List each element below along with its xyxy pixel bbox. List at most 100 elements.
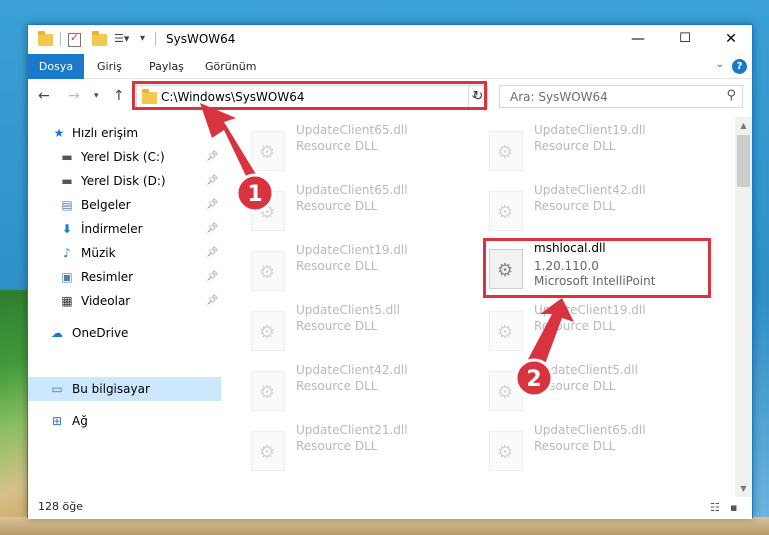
pin-icon[interactable]: 📌︎ <box>206 223 219 234</box>
pin-icon[interactable]: 📌︎ <box>206 151 219 162</box>
dll-file-icon <box>489 191 523 231</box>
customize-toolbar-icon[interactable]: ☰▾ <box>114 32 134 50</box>
search-icon[interactable]: ⚲ <box>726 88 736 103</box>
pictures-icon: ▣ <box>61 270 73 284</box>
maximize-button[interactable]: ☐ <box>662 25 708 54</box>
file-description: Resource DLL <box>296 259 378 273</box>
file-item[interactable]: UpdateClient19.dll Resource DLL <box>241 243 471 301</box>
sidebar-item-label: Hızlı erişim <box>72 126 139 140</box>
dll-file-icon <box>489 311 523 351</box>
sidebar-item-music[interactable]: ♪ Müzik 📌︎ <box>28 241 221 265</box>
file-item[interactable]: UpdateClient5.dll Resource DLL <box>241 303 471 361</box>
drive-icon: ▬ <box>61 150 73 164</box>
search-input[interactable]: Ara: SysWOW64 ⚲ <box>499 85 743 108</box>
sidebar-item-drive-c[interactable]: ▬ Yerel Disk (C:) 📌︎ <box>28 145 221 169</box>
star-icon: ★ <box>53 126 65 140</box>
details-view-icon[interactable]: ☷ <box>710 501 724 514</box>
sidebar-item-label: İndirmeler <box>81 222 143 236</box>
new-folder-icon[interactable] <box>92 30 108 48</box>
expand-ribbon-icon[interactable]: ⌄ <box>716 59 724 70</box>
dll-file-icon <box>251 191 285 231</box>
file-item[interactable]: UpdateClient19.dll Resource DLL <box>479 303 709 361</box>
dll-file-icon <box>489 131 523 171</box>
close-button[interactable]: ✕ <box>708 25 754 54</box>
sidebar-item-downloads[interactable]: ⬇ İndirmeler 📌︎ <box>28 217 221 241</box>
file-name: UpdateClient19.dll <box>296 243 408 257</box>
file-item[interactable]: UpdateClient65.dll Resource DLL <box>241 183 471 241</box>
file-item[interactable]: UpdateClient42.dll Resource DLL <box>479 183 709 241</box>
up-button[interactable]: ↑ <box>113 88 125 104</box>
network-icon: ⊞ <box>51 414 63 428</box>
sidebar-item-network[interactable]: ⊞ Ağ <box>28 409 221 433</box>
quick-access-dropdown-icon[interactable]: ▾ <box>140 33 150 51</box>
sidebar-item-label: OneDrive <box>72 326 129 340</box>
minimize-button[interactable]: — <box>615 25 661 54</box>
scrollbar-thumb[interactable] <box>737 135 750 187</box>
folder-icon <box>38 30 54 48</box>
sidebar-item-documents[interactable]: ▤ Belgeler 📌︎ <box>28 193 221 217</box>
file-name: UpdateClient5.dll <box>296 303 400 317</box>
file-name: UpdateClient19.dll <box>534 303 646 317</box>
sidebar-item-this-pc[interactable]: ▭ Bu bilgisayar <box>28 377 221 401</box>
sidebar-item-onedrive[interactable]: ☁ OneDrive <box>28 321 221 345</box>
cloud-icon: ☁ <box>51 326 63 340</box>
pin-icon[interactable]: 📌︎ <box>206 247 219 258</box>
file-name: UpdateClient42.dll <box>534 183 646 197</box>
sidebar-item-quick-access[interactable]: ★ Hızlı erişim <box>28 121 221 145</box>
file-name: UpdateClient42.dll <box>296 363 408 377</box>
file-item[interactable]: UpdateClient5.dll Resource DLL <box>479 363 709 421</box>
sidebar-item-label: Belgeler <box>81 198 131 212</box>
pin-icon[interactable]: 📌︎ <box>206 175 219 186</box>
videos-icon: ▦ <box>61 294 73 308</box>
file-item[interactable]: UpdateClient21.dll Resource DLL <box>241 423 471 481</box>
vertical-scrollbar[interactable]: ▲ ▼ <box>735 117 752 497</box>
window-title: SysWOW64 <box>166 32 236 46</box>
computer-icon: ▭ <box>51 382 63 396</box>
sidebar-item-videos[interactable]: ▦ Videolar 📌︎ <box>28 289 221 313</box>
file-description: Resource DLL <box>296 319 378 333</box>
file-item[interactable]: UpdateClient65.dll Resource DLL <box>241 123 471 181</box>
tab-view[interactable]: Görünüm <box>205 54 256 79</box>
file-description: Resource DLL <box>534 139 616 153</box>
file-description: Resource DLL <box>534 379 616 393</box>
tab-file[interactable]: Dosya <box>28 54 84 79</box>
ribbon-tabs: Dosya Giriş Paylaş Görünüm ⌄ ? <box>28 54 752 79</box>
file-description: Resource DLL <box>534 439 616 453</box>
large-icons-view-icon[interactable]: ▪ <box>730 501 744 514</box>
pin-icon[interactable]: 📌︎ <box>206 199 219 210</box>
drive-icon: ▬ <box>61 174 73 188</box>
file-description: Resource DLL <box>296 439 378 453</box>
dll-file-icon <box>251 251 285 291</box>
file-item[interactable]: UpdateClient19.dll Resource DLL <box>479 123 709 181</box>
file-name: UpdateClient21.dll <box>296 423 408 437</box>
navigation-pane: ★ Hızlı erişim ▬ Yerel Disk (C:) 📌︎ ▬ Ye… <box>28 117 221 497</box>
file-description: Resource DLL <box>534 319 616 333</box>
scroll-up-icon[interactable]: ▲ <box>735 117 752 134</box>
file-name: UpdateClient5.dll <box>534 363 638 377</box>
back-button[interactable]: ← <box>38 88 50 104</box>
sidebar-item-pictures[interactable]: ▣ Resimler 📌︎ <box>28 265 221 289</box>
documents-icon: ▤ <box>61 198 73 212</box>
pin-icon[interactable]: 📌︎ <box>206 295 219 306</box>
properties-icon[interactable] <box>68 30 84 48</box>
recent-locations-icon[interactable]: ▾ <box>94 91 99 101</box>
forward-button[interactable]: → <box>68 88 80 104</box>
tab-share[interactable]: Paylaş <box>149 54 184 79</box>
help-icon[interactable]: ? <box>732 59 747 74</box>
sidebar-item-drive-d[interactable]: ▬ Yerel Disk (D:) 📌︎ <box>28 169 221 193</box>
tab-home[interactable]: Giriş <box>97 54 122 79</box>
file-description: Resource DLL <box>296 379 378 393</box>
scroll-down-icon[interactable]: ▼ <box>735 480 752 497</box>
music-icon: ♪ <box>63 246 71 260</box>
address-highlight-box <box>132 81 487 110</box>
desktop-wallpaper-palm <box>0 290 30 535</box>
pin-icon[interactable]: 📌︎ <box>206 271 219 282</box>
dll-file-icon <box>489 431 523 471</box>
file-description: Resource DLL <box>296 139 378 153</box>
file-item[interactable]: UpdateClient65.dll Resource DLL <box>479 423 709 481</box>
sidebar-item-label: Müzik <box>81 246 116 260</box>
desktop-wallpaper-sand <box>0 517 769 535</box>
title-bar: ☰▾ ▾ SysWOW64 — ☐ ✕ <box>28 25 752 54</box>
file-item[interactable]: UpdateClient42.dll Resource DLL <box>241 363 471 421</box>
file-highlight-box <box>483 238 711 298</box>
